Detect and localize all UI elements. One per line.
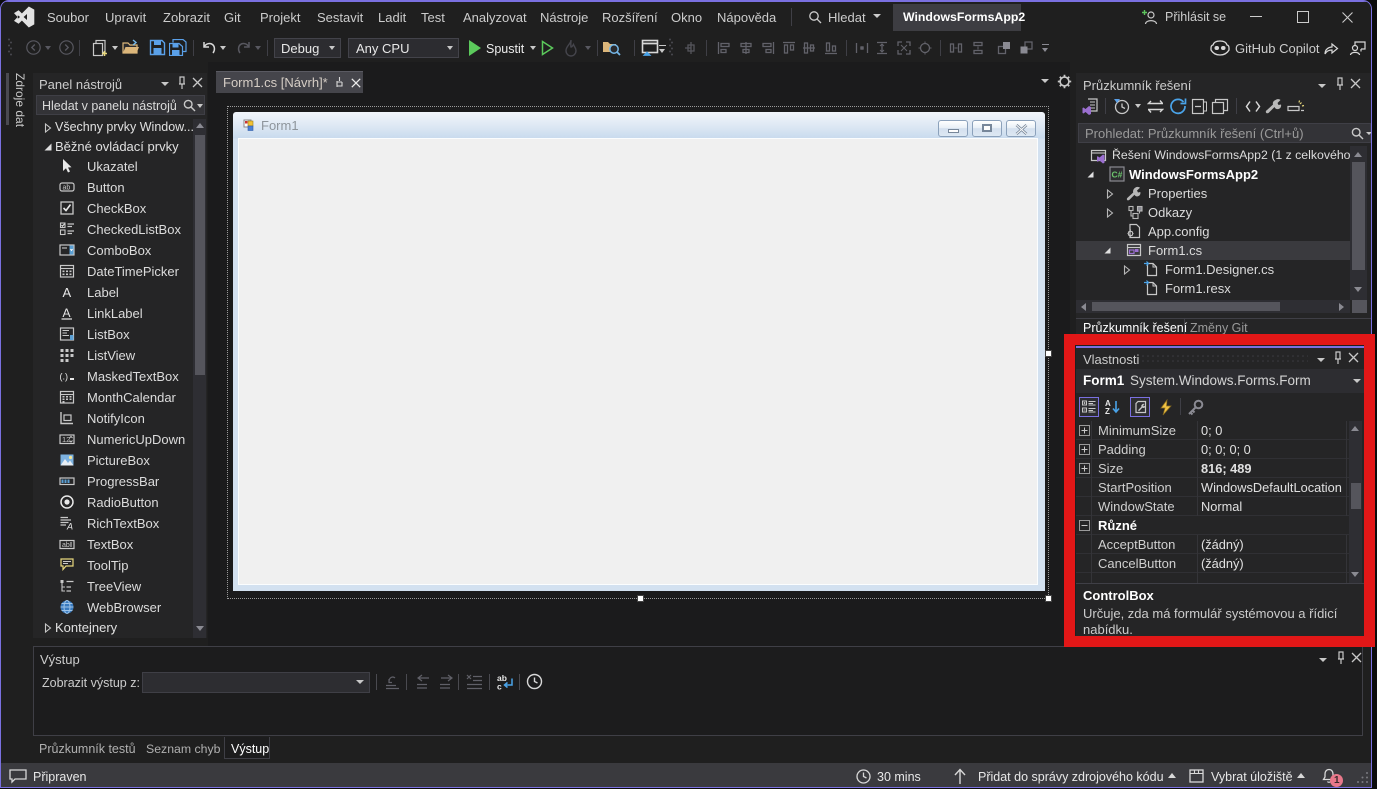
svg-text:c: c — [497, 682, 502, 692]
svg-text:ab: ab — [62, 542, 70, 549]
svg-text:A: A — [63, 285, 72, 300]
svg-text:A: A — [63, 306, 71, 320]
svg-text:(.): (.) — [60, 372, 69, 382]
svg-text:ab: ab — [63, 185, 71, 192]
svg-text:A: A — [66, 522, 73, 532]
svg-text:C#: C# — [1112, 170, 1123, 180]
svg-text:12: 12 — [62, 435, 70, 444]
